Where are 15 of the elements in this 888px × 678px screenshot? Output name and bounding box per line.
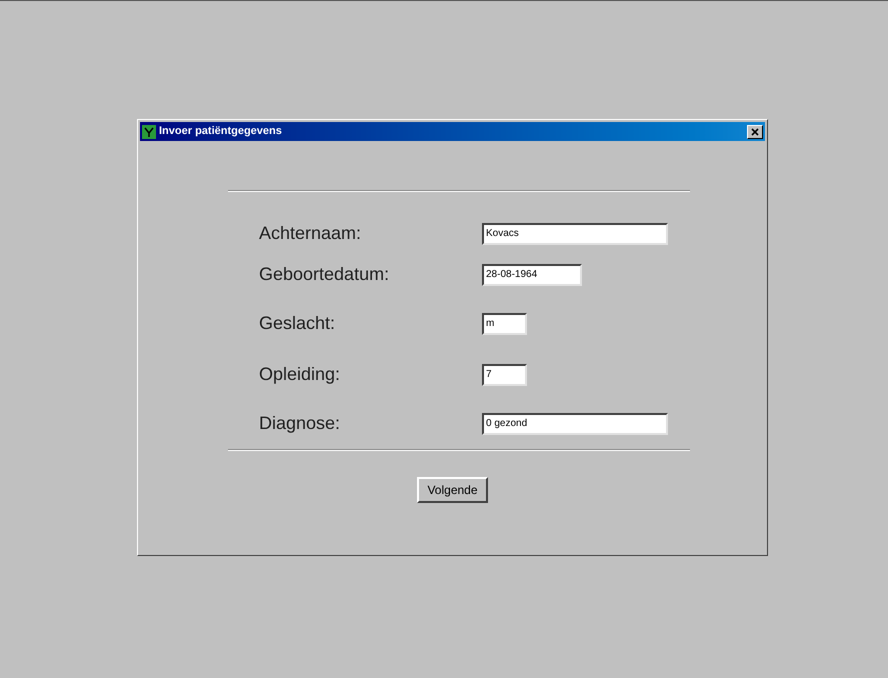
field-label: Opleiding: [259,363,342,386]
text-field[interactable]: m [482,312,527,334]
text-field[interactable]: 0 gezond [482,412,668,434]
field-label: Geboortedatum: [259,263,390,286]
next-button[interactable]: Volgende [417,477,488,503]
close-button[interactable] [747,124,763,138]
text-field[interactable]: 7 [482,364,527,386]
field-label: Geslacht: [259,312,336,335]
close-icon [751,128,759,136]
text-field[interactable]: 28-08-1964 [482,264,582,286]
field-label: Achternaam: [259,222,362,245]
window-title: Invoer patiëntgegevens [159,124,282,140]
field-label: Diagnose: [259,412,342,435]
text-field[interactable]: Kovacs [482,222,668,244]
app-icon [142,124,156,138]
